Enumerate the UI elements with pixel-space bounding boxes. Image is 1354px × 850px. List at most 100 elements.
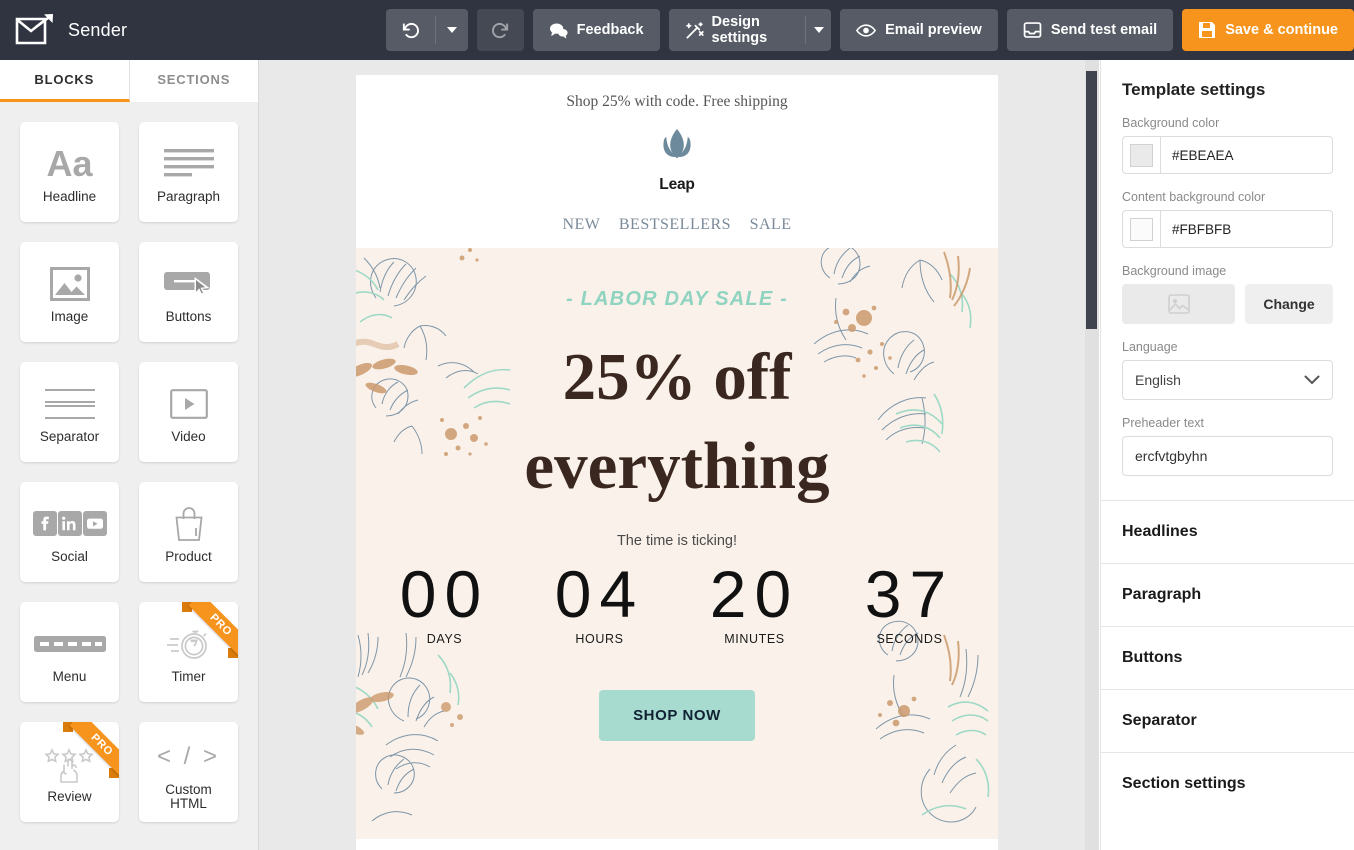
nav-link-new[interactable]: NEW (562, 216, 600, 233)
top-toolbar: Sender Feedback Design settings Email pr… (0, 0, 1354, 60)
change-background-image-button[interactable]: Change (1245, 284, 1333, 324)
save-continue-button[interactable]: Save & continue (1182, 9, 1354, 51)
hero-title-line2: everything (524, 429, 830, 504)
undo-history-dropdown[interactable] (436, 9, 468, 51)
section-paragraph[interactable]: Paragraph (1101, 563, 1354, 626)
language-label: Language (1122, 340, 1178, 354)
block-video[interactable]: Video (139, 362, 238, 462)
block-image[interactable]: Image (20, 242, 119, 342)
block-paragraph[interactable]: Paragraph (139, 122, 238, 222)
block-custom-html[interactable]: < / > Custom HTML (139, 722, 238, 822)
section-buttons[interactable]: Buttons (1101, 626, 1354, 689)
content-background-color-input[interactable]: #FBFBFB (1122, 210, 1333, 248)
email-canvas[interactable]: Shop 25% with code. Free shipping Leap N… (259, 60, 1099, 850)
language-select[interactable]: English (1122, 360, 1333, 400)
block-menu[interactable]: Menu (20, 602, 119, 702)
block-label: Review (47, 788, 92, 804)
chevron-down-icon (446, 27, 457, 33)
countdown-timer[interactable]: 00 DAYS 04 HOURS 20 MINUTES 37 SECONDS (356, 553, 998, 646)
block-product[interactable]: Product (139, 482, 238, 582)
countdown-label: MINUTES (724, 631, 785, 646)
tab-blocks[interactable]: BLOCKS (0, 60, 130, 102)
redo-button[interactable] (476, 9, 524, 51)
panel-title: Template settings (1122, 80, 1266, 99)
preheader-label: Preheader text (1122, 416, 1204, 430)
email-nav: NEW BESTSELLERS SALE (356, 216, 998, 234)
block-label: Social (51, 548, 88, 564)
aa-text-icon: Aa (46, 142, 93, 184)
design-settings-label: Design settings (711, 14, 768, 46)
block-label: Buttons (165, 308, 212, 324)
canvas-scrollbar-thumb[interactable] (1086, 71, 1097, 329)
undo-split-button[interactable] (385, 9, 468, 51)
shopping-bag-icon (172, 500, 206, 548)
design-settings-dropdown[interactable] (806, 9, 831, 51)
preheader-field: Preheader text ercfvtgbyhn (1101, 416, 1354, 476)
nav-link-sale[interactable]: SALE (750, 216, 792, 233)
block-label: Image (50, 308, 89, 324)
email-preview-button[interactable]: Email preview (840, 9, 998, 51)
countdown-value: 37 (864, 557, 955, 632)
block-separator[interactable]: Separator (20, 362, 119, 462)
content-background-color-value[interactable]: #FBFBFB (1161, 211, 1332, 247)
background-color-swatch[interactable] (1123, 137, 1161, 173)
block-label: Menu (52, 668, 87, 684)
nav-link-bestsellers[interactable]: BESTSELLERS (619, 216, 731, 233)
block-timer[interactable]: Timer PRO (139, 602, 238, 702)
left-sidebar: BLOCKS SECTIONS Aa Headline Paragraph Im… (0, 60, 259, 850)
content-background-color-label: Content background color (1122, 190, 1266, 204)
block-headline[interactable]: Aa Headline (20, 122, 119, 222)
preheader-input[interactable]: ercfvtgbyhn (1122, 436, 1333, 476)
content-background-color-swatch[interactable] (1123, 211, 1161, 247)
email-preview-label: Email preview (885, 22, 982, 38)
content-background-color-field: Content background color #FBFBFB (1101, 190, 1354, 248)
magic-wand-icon (685, 21, 704, 40)
countdown-value: 00 (399, 557, 490, 632)
floppy-disk-icon (1198, 21, 1216, 39)
shop-now-button[interactable]: SHOP NOW (599, 689, 755, 741)
undo-button[interactable] (386, 9, 435, 51)
countdown-unit-hours: 04 HOURS (522, 553, 677, 646)
section-separator[interactable]: Separator (1101, 689, 1354, 752)
block-buttons[interactable]: Buttons (139, 242, 238, 342)
section-section-settings[interactable]: Section settings (1101, 752, 1354, 815)
email-header-section[interactable]: Shop 25% with code. Free shipping Leap N… (356, 75, 998, 248)
background-color-input[interactable]: #EBEAEA (1122, 136, 1333, 174)
block-social[interactable]: Social (20, 482, 119, 582)
settings-sections: Headlines Paragraph Buttons Separator Se… (1101, 500, 1354, 815)
brand: Sender (0, 13, 386, 47)
envelope-arrow-icon (14, 13, 56, 47)
hero-kicker[interactable]: - LABOR DAY SALE - (356, 288, 998, 311)
code-icon: < / > (156, 742, 221, 770)
countdown-value: 20 (709, 557, 800, 632)
language-field: Language English (1101, 340, 1354, 400)
design-settings-button[interactable]: Design settings (669, 9, 806, 51)
feedback-button[interactable]: Feedback (532, 9, 660, 51)
background-color-value[interactable]: #EBEAEA (1161, 137, 1332, 173)
text-lines-icon (163, 140, 214, 188)
hero-content: - LABOR DAY SALE - 25% off everything Th… (356, 288, 998, 741)
background-image-thumbnail[interactable] (1122, 284, 1235, 324)
canvas-scrollbar[interactable] (1085, 60, 1099, 850)
send-test-email-button[interactable]: Send test email (1006, 9, 1174, 51)
chevron-down-icon (813, 27, 824, 33)
countdown-caption[interactable]: The time is ticking! (356, 533, 998, 549)
block-review[interactable]: Review PRO (20, 722, 119, 822)
stopwatch-icon (166, 620, 212, 668)
block-label: Custom HTML (165, 781, 212, 811)
hero-section[interactable]: - LABOR DAY SALE - 25% off everything Th… (356, 248, 998, 839)
design-settings-split-button[interactable]: Design settings (668, 9, 832, 51)
email-template[interactable]: Shop 25% with code. Free shipping Leap N… (356, 75, 998, 850)
language-value: English (1135, 372, 1181, 388)
chat-bubbles-icon (549, 22, 568, 39)
chevron-down-icon (1304, 375, 1320, 385)
hero-title[interactable]: 25% off everything (356, 333, 998, 511)
section-headlines[interactable]: Headlines (1101, 500, 1354, 563)
countdown-value: 04 (554, 557, 645, 632)
lotus-icon (653, 123, 701, 171)
tab-sections[interactable]: SECTIONS (129, 60, 258, 102)
background-color-field: Background color #EBEAEA (1101, 116, 1354, 174)
background-image-field: Background image Change (1101, 264, 1354, 324)
blocks-grid: Aa Headline Paragraph Image Buttons Sepa… (0, 102, 258, 842)
background-color-label: Background color (1122, 116, 1220, 130)
